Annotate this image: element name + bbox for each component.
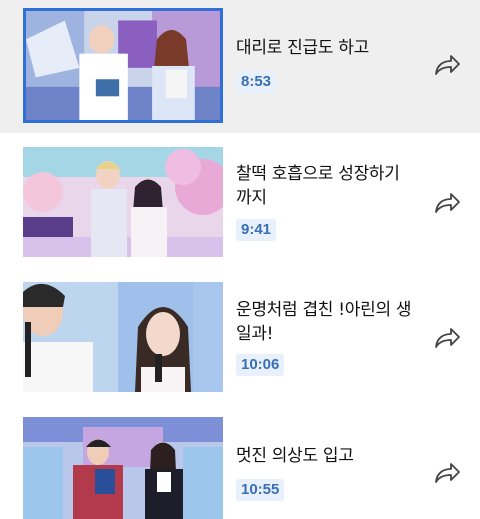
video-title[interactable]: 운명처럼 겹친 !아린의 생일과! xyxy=(236,298,416,346)
video-title[interactable]: 찰떡 호흡으로 성장하기 까지 xyxy=(236,162,416,210)
video-thumbnail[interactable] xyxy=(23,8,223,123)
video-duration-badge: 8:53 xyxy=(236,71,277,93)
video-title[interactable]: 대리로 진급도 하고 xyxy=(236,36,416,60)
video-list: 대리로 진급도 하고 8:53 찰떡 호흡으로 성장하기 까지 9:41 운명처… xyxy=(0,0,480,519)
video-duration-badge: 10:06 xyxy=(236,354,285,376)
thumbnail-image xyxy=(23,417,223,519)
share-arrow-icon[interactable] xyxy=(432,460,462,486)
video-title[interactable]: 멋진 의상도 입고 xyxy=(236,444,416,468)
video-duration-badge: 10:55 xyxy=(236,479,285,501)
video-item[interactable]: 운명처럼 겹친 !아린의 생일과! 10:06 xyxy=(0,263,480,397)
video-duration-badge: 9:41 xyxy=(236,219,277,241)
video-item[interactable]: 멋진 의상도 입고 10:55 xyxy=(0,397,480,519)
video-item[interactable]: 대리로 진급도 하고 8:53 xyxy=(0,0,480,133)
video-thumbnail[interactable] xyxy=(23,417,223,519)
video-thumbnail[interactable] xyxy=(23,147,223,257)
video-item[interactable]: 찰떡 호흡으로 성장하기 까지 9:41 xyxy=(0,133,480,263)
share-arrow-icon[interactable] xyxy=(432,52,462,78)
thumbnail-image xyxy=(23,282,223,392)
share-arrow-icon[interactable] xyxy=(432,325,462,351)
thumbnail-image xyxy=(23,147,223,257)
thumbnail-image xyxy=(26,11,220,120)
video-thumbnail[interactable] xyxy=(23,282,223,392)
share-arrow-icon[interactable] xyxy=(432,190,462,216)
